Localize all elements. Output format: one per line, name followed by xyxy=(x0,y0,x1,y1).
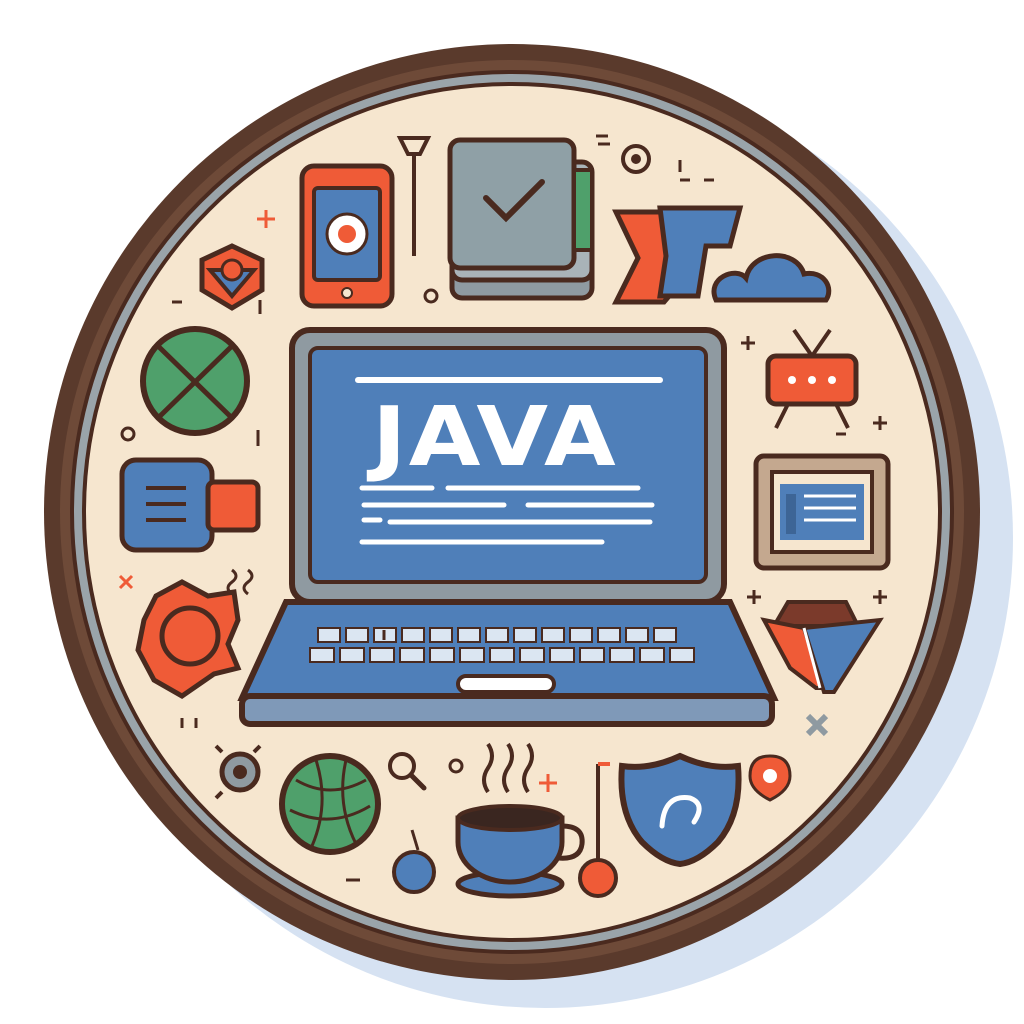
document-stack-check-icon xyxy=(447,137,595,301)
globe-small-icon xyxy=(279,753,381,855)
smartphone-gear-icon xyxy=(299,163,395,309)
java-badge-illustration: JAVA xyxy=(44,44,1013,1008)
target-dot-icon xyxy=(621,144,651,174)
screen-title: JAVA xyxy=(366,390,618,485)
document-frame-icon xyxy=(753,453,891,571)
laptop: JAVA xyxy=(237,327,779,727)
globe-icon xyxy=(140,326,250,436)
